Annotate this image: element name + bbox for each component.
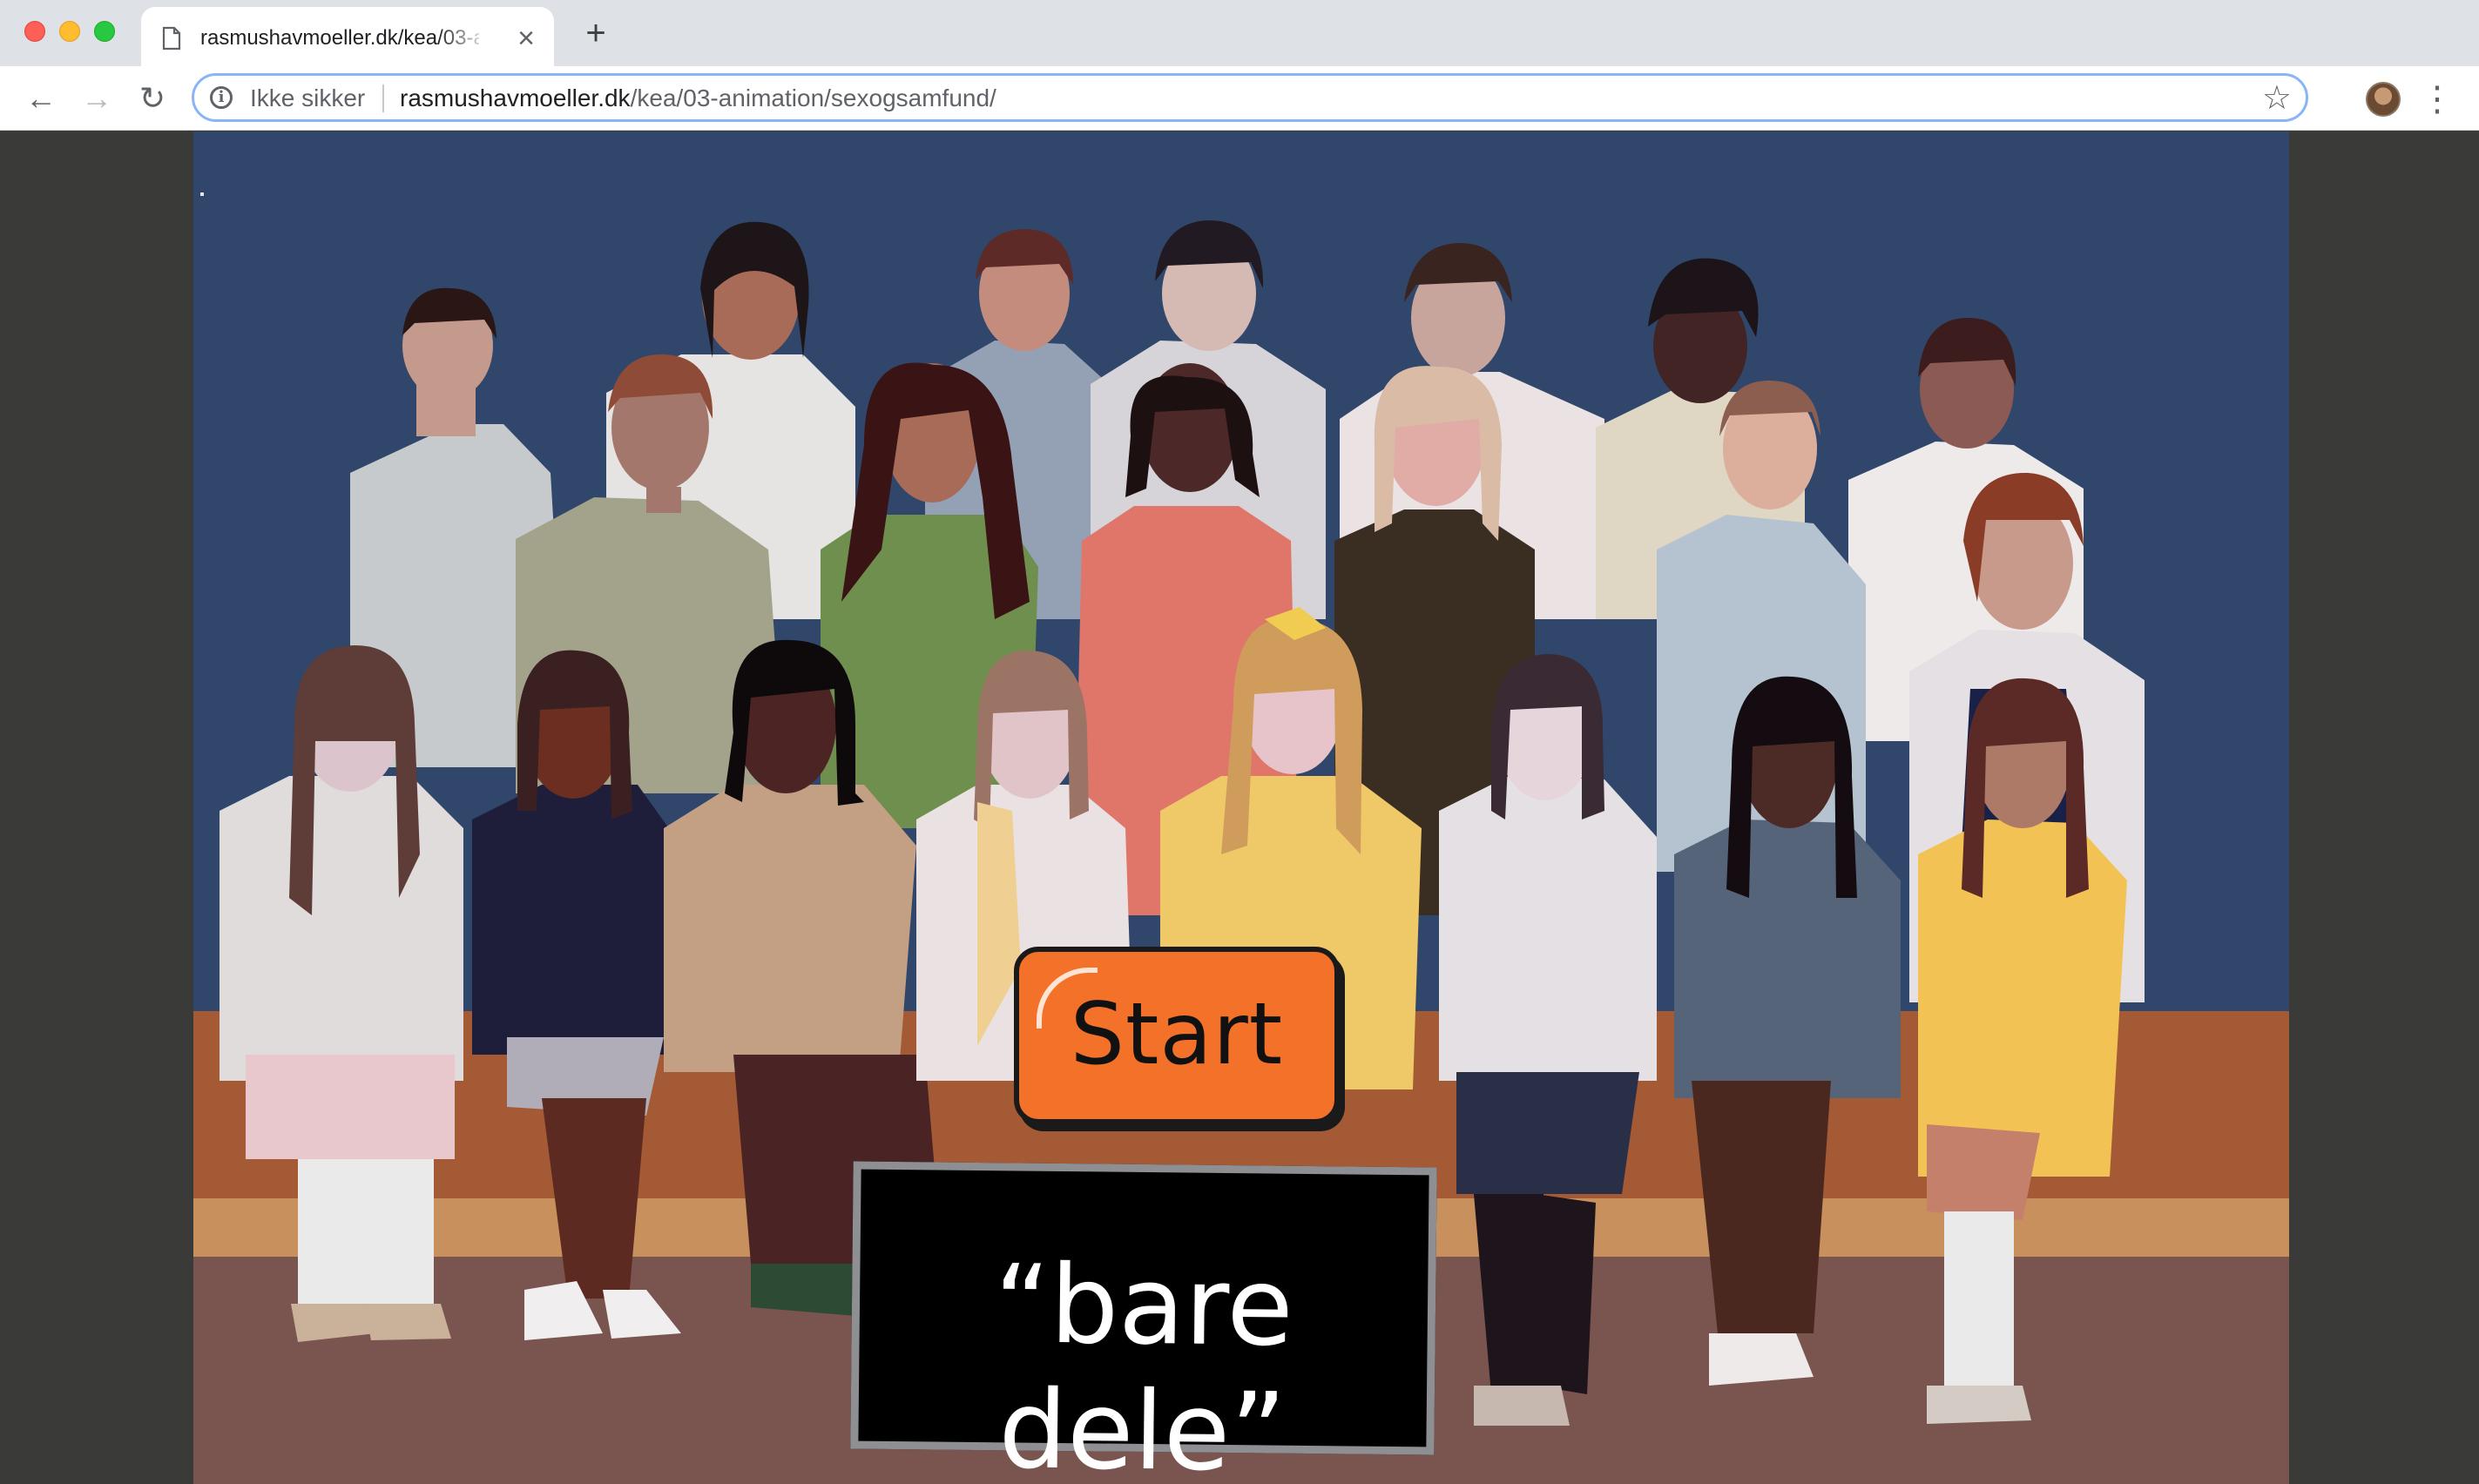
- browser-tab-strip: rasmushavmoeller.dk/kea/03-animation/sex…: [0, 0, 2479, 68]
- url-path: /kea/03-animation/sexogsamfund/: [630, 84, 996, 111]
- quote-sign: “bare dele”: [850, 1161, 1437, 1484]
- profile-avatar[interactable]: [2366, 82, 2401, 117]
- sign-text: “bare dele”: [993, 1242, 1294, 1484]
- page-icon: [162, 26, 181, 51]
- browser-tab[interactable]: rasmushavmoeller.dk/kea/03-animation/sex…: [141, 7, 554, 68]
- new-tab-button[interactable]: +: [578, 16, 613, 51]
- info-icon[interactable]: i: [210, 86, 233, 109]
- close-window-button[interactable]: [24, 21, 45, 42]
- browser-toolbar: ← → ↻ i Ikke sikker rasmushavmoeller.dk/…: [0, 66, 2479, 131]
- close-tab-icon[interactable]: ×: [509, 21, 544, 56]
- minimize-window-button[interactable]: [59, 21, 80, 42]
- maximize-window-button[interactable]: [94, 21, 115, 42]
- class-photo-scene: Start “bare dele”: [193, 132, 2289, 1484]
- address-separator: [382, 84, 384, 112]
- forward-button[interactable]: →: [75, 77, 118, 120]
- page-viewport: Start “bare dele”: [0, 132, 2479, 1484]
- url-host: rasmushavmoeller.dk: [400, 84, 631, 111]
- back-button[interactable]: ←: [19, 77, 63, 120]
- tab-title-fade: [437, 19, 490, 57]
- browser-menu-icon[interactable]: ⋮: [2420, 78, 2455, 120]
- address-bar[interactable]: i Ikke sikker rasmushavmoeller.dk/kea/03…: [192, 73, 2308, 122]
- bookmark-star-icon[interactable]: ☆: [2262, 81, 2292, 116]
- reload-button[interactable]: ↻: [131, 77, 174, 120]
- url-text[interactable]: rasmushavmoeller.dk/kea/03-animation/sex…: [400, 84, 996, 112]
- start-label: Start: [1070, 985, 1284, 1084]
- security-label[interactable]: Ikke sikker: [250, 84, 365, 112]
- start-button[interactable]: Start: [1014, 947, 1340, 1124]
